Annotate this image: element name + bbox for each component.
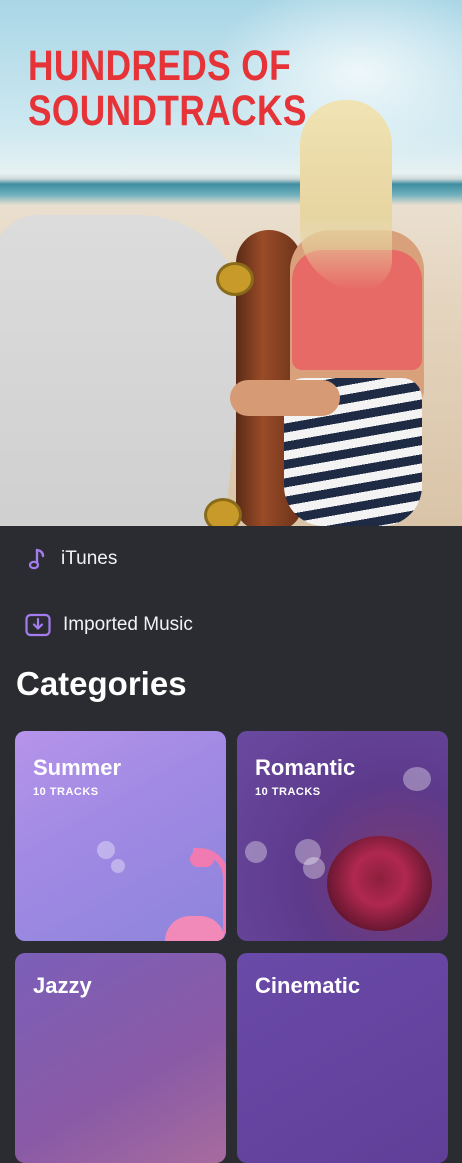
categories-heading: Categories	[16, 665, 187, 702]
hero-banner[interactable]: HUNDREDS OF SOUNDTRACKS	[0, 0, 462, 526]
music-note-icon	[24, 545, 52, 573]
itunes-label: iTunes	[61, 548, 118, 569]
skateboard-wheel	[216, 262, 254, 296]
bokeh	[403, 767, 431, 791]
flamingo-head	[190, 851, 214, 867]
skateboard-wheel	[204, 498, 242, 526]
imported-music-label: Imported Music	[63, 614, 193, 635]
bokeh	[97, 841, 115, 859]
hero-title: HUNDREDS OF SOUNDTRACKS	[28, 44, 307, 134]
hero-title-line1: HUNDREDS OF	[28, 42, 292, 90]
hero-title-line2: SOUNDTRACKS	[28, 87, 307, 135]
bokeh	[245, 841, 267, 863]
download-icon	[24, 611, 52, 639]
category-card-romantic[interactable]: Romantic 10 TRACKS	[237, 731, 448, 941]
category-card-jazzy[interactable]: Jazzy	[15, 953, 226, 1163]
person-arm	[230, 380, 340, 416]
imported-music-row[interactable]: Imported Music	[0, 592, 462, 658]
category-track-count: 10 TRACKS	[33, 786, 99, 798]
category-title: Summer	[33, 755, 122, 780]
category-track-count: 10 TRACKS	[255, 786, 321, 798]
person-hair	[300, 100, 392, 290]
category-title: Cinematic	[255, 973, 361, 998]
category-title: Romantic	[255, 755, 356, 780]
rose	[327, 836, 432, 931]
category-card-summer[interactable]: Summer 10 TRACKS	[15, 731, 226, 941]
itunes-row[interactable]: iTunes	[0, 526, 462, 592]
bokeh	[111, 859, 125, 873]
category-title: Jazzy	[33, 973, 92, 998]
beach-path	[0, 215, 258, 526]
category-card-cinematic[interactable]: Cinematic	[237, 953, 448, 1163]
bokeh	[303, 857, 325, 879]
